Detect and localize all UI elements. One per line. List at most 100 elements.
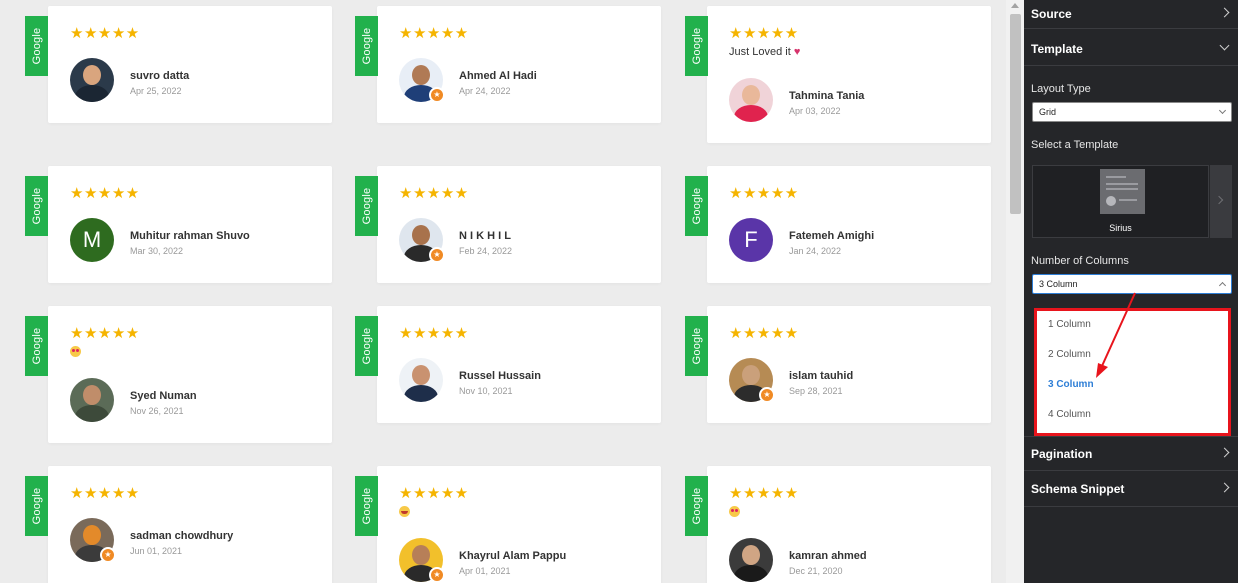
avatar: M <box>70 218 114 262</box>
reviewer-name: sadman chowdhury <box>130 530 234 542</box>
review-date: Dec 21, 2020 <box>789 566 843 576</box>
review-card: ★★★★★ ★ N I K H I L Feb 24, 2022 <box>377 166 661 283</box>
avatar <box>70 378 114 422</box>
avatar <box>729 78 773 122</box>
star-rating: ★★★★★ <box>399 324 469 342</box>
google-source-label: Google <box>690 487 703 525</box>
avatar-initial: F <box>744 227 758 252</box>
review-card: ★★★★★ Syed Numan Nov 26, 2021 <box>48 306 332 443</box>
avatar-initial: M <box>82 227 102 252</box>
heart-icon: ♥ <box>793 46 801 58</box>
smiling-face-with-heart-eyes-icon <box>729 506 740 517</box>
google-source-tag: Google <box>355 476 378 536</box>
section-pagination[interactable]: Pagination <box>1024 436 1238 471</box>
google-source-tag: Google <box>685 16 708 76</box>
local-guide-badge-icon: ★ <box>429 87 445 103</box>
reviewer-name: Khayrul Alam Pappu <box>459 550 567 562</box>
star-rating: ★★★★★ <box>70 484 140 502</box>
smiling-face-with-heart-eyes-icon <box>70 346 81 357</box>
review-date: Apr 03, 2022 <box>789 106 841 116</box>
reviewer-name: kamran ahmed <box>789 550 867 562</box>
review-date: Jun 01, 2021 <box>130 546 183 556</box>
star-rating: ★★★★★ <box>399 484 469 502</box>
section-schema-title: Schema Snippet <box>1031 482 1125 496</box>
google-source-label: Google <box>30 27 43 65</box>
reviewer-name: Tahmina Tania <box>789 90 865 102</box>
local-guide-badge-icon: ★ <box>100 547 116 563</box>
avatar <box>399 358 443 402</box>
google-source-tag: Google <box>355 16 378 76</box>
google-source-tag: Google <box>685 316 708 376</box>
review-text: Just Loved it ♥ <box>729 46 801 58</box>
star-rating: ★★★★★ <box>729 324 799 342</box>
grinning-face-icon <box>399 506 410 517</box>
google-source-label: Google <box>360 327 373 365</box>
review-card: ★★★★★ M Muhitur rahman Shuvo Mar 30, 2022 <box>48 166 332 283</box>
google-source-label: Google <box>360 27 373 65</box>
section-pagination-title: Pagination <box>1031 447 1093 461</box>
settings-panel: Source Template Layout Type Grid Select … <box>1024 0 1238 583</box>
review-date: Mar 30, 2022 <box>130 246 184 256</box>
review-date: Sep 28, 2021 <box>789 386 843 396</box>
preview-scrollbar[interactable] <box>1006 0 1024 583</box>
star-rating: ★★★★★ <box>729 24 799 42</box>
reviewer-name: islam tauhid <box>789 370 854 382</box>
google-source-tag: Google <box>25 16 48 76</box>
review-card: ★★★★★ ★ Khayrul Alam Pappu Apr 01, 2021 <box>377 466 661 583</box>
review-date: Nov 10, 2021 <box>459 386 513 396</box>
review-card: ★★★★★ ★ Ahmed Al Hadi Apr 24, 2022 <box>377 6 661 123</box>
star-rating: ★★★★★ <box>70 184 140 202</box>
reviewer-name: Russel Hussain <box>459 370 541 382</box>
section-schema-snippet[interactable]: Schema Snippet <box>1024 471 1238 507</box>
avatar <box>729 538 773 582</box>
star-rating: ★★★★★ <box>729 484 799 502</box>
scroll-up-arrow-icon[interactable] <box>1011 3 1019 8</box>
google-source-label: Google <box>360 187 373 225</box>
reviewer-name: Syed Numan <box>130 390 197 402</box>
review-date: Apr 01, 2021 <box>459 566 511 576</box>
scrollbar-thumb[interactable] <box>1010 14 1021 214</box>
review-date: Apr 24, 2022 <box>459 86 511 96</box>
google-source-tag: Google <box>25 176 48 236</box>
google-source-tag: Google <box>685 476 708 536</box>
local-guide-badge-icon: ★ <box>429 567 445 583</box>
review-card: ★★★★★ Russel Hussain Nov 10, 2021 <box>377 306 661 423</box>
reviewer-name: N I K H I L <box>459 230 511 242</box>
google-source-tag: Google <box>685 176 708 236</box>
reviewer-name: Muhitur rahman Shuvo <box>130 230 250 242</box>
star-rating: ★★★★★ <box>70 324 140 342</box>
avatar: F <box>729 218 773 262</box>
star-rating: ★★★★★ <box>729 184 799 202</box>
review-date: Jan 24, 2022 <box>789 246 842 256</box>
google-source-label: Google <box>30 187 43 225</box>
google-source-label: Google <box>690 327 703 365</box>
google-source-tag: Google <box>355 316 378 376</box>
review-card: ★★★★★ F Fatemeh Amighi Jan 24, 2022 <box>707 166 991 283</box>
google-source-label: Google <box>360 487 373 525</box>
avatar <box>70 58 114 102</box>
local-guide-badge-icon: ★ <box>429 247 445 263</box>
review-date: Feb 24, 2022 <box>459 246 513 256</box>
star-rating: ★★★★★ <box>399 24 469 42</box>
google-source-label: Google <box>690 187 703 225</box>
review-card: ★★★★★ kamran ahmed Dec 21, 2020 <box>707 466 991 583</box>
google-source-label: Google <box>690 27 703 65</box>
reviewer-name: Ahmed Al Hadi <box>459 70 537 82</box>
google-source-tag: Google <box>25 316 48 376</box>
review-date: Nov 26, 2021 <box>130 406 184 416</box>
google-source-label: Google <box>30 487 43 525</box>
google-source-tag: Google <box>25 476 48 536</box>
star-rating: ★★★★★ <box>399 184 469 202</box>
google-source-tag: Google <box>355 176 378 236</box>
chevron-right-icon[interactable] <box>1219 447 1230 458</box>
review-card: ★★★★★ suvro datta Apr 25, 2022 <box>48 6 332 123</box>
reviewer-name: Fatemeh Amighi <box>789 230 875 242</box>
chevron-right-icon[interactable] <box>1219 482 1230 493</box>
review-card: ★★★★★ Just Loved it ♥ Tahmina Tania Apr 03,… <box>707 6 991 143</box>
google-source-label: Google <box>30 327 43 365</box>
review-card: ★★★★★ ★ sadman chowdhury Jun 01, 2021 <box>48 466 332 583</box>
local-guide-badge-icon: ★ <box>759 387 775 403</box>
review-card: ★★★★★ ★ islam tauhid Sep 28, 2021 <box>707 306 991 423</box>
star-rating: ★★★★★ <box>70 24 140 42</box>
reviews-preview: ★★★★★ suvro datta Apr 25, 2022 Google ★★★★★ ★… <box>0 0 1006 583</box>
